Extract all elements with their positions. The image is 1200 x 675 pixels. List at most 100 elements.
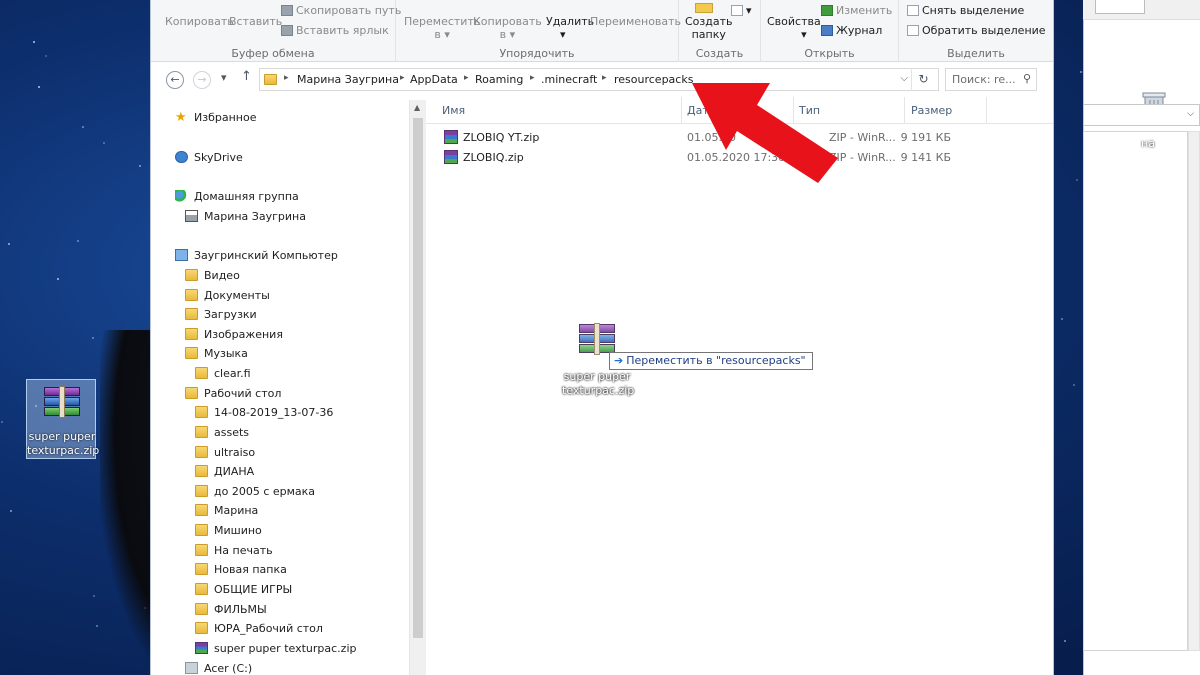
chevron-down-icon[interactable]: ⌵ xyxy=(900,73,908,84)
address-bar[interactable]: ▸ Марина Заугрина ▸ AppData ▸ Roaming ▸ … xyxy=(259,68,939,91)
nav-item-library[interactable]: Изображения xyxy=(185,325,283,344)
nav-item-library[interactable]: Загрузки xyxy=(185,305,257,324)
star-dot xyxy=(57,278,60,281)
delete-label: Удалить xyxy=(546,15,595,28)
breadcrumb-item[interactable]: Марина Заугрина xyxy=(297,73,399,86)
nav-item-folder[interactable]: Мишино xyxy=(195,521,262,540)
nav-item-folder[interactable]: 14-08-2019_13-07-36 xyxy=(195,403,333,422)
ribbon-group-organize: Переместить в ▾ Копировать в ▾ Удалить ▾ Пе… xyxy=(396,0,681,62)
edit-button[interactable]: Изменить xyxy=(821,4,892,17)
ribbon: Копировать Вставить Скопировать путь Вст… xyxy=(151,0,1053,62)
drag-ghost-label: super puper texturpac.zip xyxy=(562,370,635,397)
history-button[interactable]: Журнал xyxy=(821,24,882,37)
properties-button[interactable]: Свойства ▾ xyxy=(767,15,821,41)
breadcrumb-item[interactable]: Roaming xyxy=(475,73,523,86)
copy-to-label-2: в xyxy=(499,28,507,41)
paste-shortcut-button[interactable]: Вставить ярлык xyxy=(281,24,389,37)
column-divider[interactable] xyxy=(681,97,682,123)
copy-button[interactable]: Копировать xyxy=(165,15,234,28)
search-box[interactable]: Поиск: re... ⚲ xyxy=(945,68,1037,91)
background-window-scrollbar[interactable] xyxy=(1188,131,1200,651)
scroll-up-icon[interactable]: ▲ xyxy=(414,103,420,112)
navigation-pane: ★ Избранное SkyDrive Домашняя группа Мари… xyxy=(157,100,425,675)
nav-item-favorites[interactable]: ★ Избранное xyxy=(175,108,256,127)
dropdown-caret-icon: ▾ xyxy=(560,28,566,41)
nav-item-homegroup-user[interactable]: Марина Заугрина xyxy=(185,207,306,226)
documents-library-icon xyxy=(185,289,198,301)
background-window-combo[interactable]: ⌵ xyxy=(1083,104,1200,126)
nav-item-folder[interactable]: ОБЩИЕ ИГРЫ xyxy=(195,580,292,599)
nav-item-library[interactable]: Видео xyxy=(185,266,240,285)
delete-button[interactable]: Удалить ▾ xyxy=(546,15,594,41)
drive-icon xyxy=(185,662,198,674)
breadcrumb-item[interactable]: resourcepacks xyxy=(614,73,693,86)
nav-label: ДИАНА xyxy=(214,465,255,478)
nav-item-skydrive[interactable]: SkyDrive xyxy=(175,148,243,167)
nav-item-drive[interactable]: Acer (C:) xyxy=(185,659,252,675)
nav-item-zip[interactable]: super puper texturpac.zip xyxy=(195,639,356,658)
file-row[interactable]: ZLOBIQ YT.zip 01.05.20 ZIP - WinR... 9 1… xyxy=(426,128,1053,148)
nav-label: Видео xyxy=(204,269,240,282)
recent-locations-button[interactable]: ▾ xyxy=(221,71,227,84)
nav-item-folder[interactable]: ФИЛЬМЫ xyxy=(195,600,267,619)
nav-item-folder[interactable]: На печать xyxy=(195,541,273,560)
user-icon xyxy=(185,210,198,222)
breadcrumb-item[interactable]: .minecraft xyxy=(541,73,597,86)
address-bar-row: ← → ▾ ↑ ▸ Марина Заугрина ▸ AppData ▸ Ro… xyxy=(151,63,1053,97)
nav-item-folder[interactable]: ЮРА_Рабочий стол xyxy=(195,619,323,638)
star-dot xyxy=(138,164,141,167)
homegroup-icon xyxy=(175,190,188,202)
new-folder-button[interactable]: Создать папку xyxy=(685,15,733,41)
downloads-library-icon xyxy=(185,308,198,320)
ribbon-group-new: Создать папку ▾ Создать xyxy=(679,0,761,62)
column-divider[interactable] xyxy=(793,97,794,123)
nav-item-computer[interactable]: Заугринский Компьютер xyxy=(175,246,338,265)
forward-button[interactable]: → xyxy=(193,71,211,89)
back-button[interactable]: ← xyxy=(166,71,184,89)
nav-item-folder[interactable]: clear.fi xyxy=(195,364,251,383)
move-to-label: Переместить xyxy=(404,15,481,28)
background-window-button[interactable] xyxy=(1095,0,1145,14)
nav-item-folder[interactable]: ДИАНА xyxy=(195,462,254,481)
paste-button[interactable]: Вставить xyxy=(229,15,282,28)
nav-item-folder[interactable]: Марина xyxy=(195,501,258,520)
up-button[interactable]: ↑ xyxy=(241,69,252,84)
column-divider[interactable] xyxy=(986,97,987,123)
nav-item-library[interactable]: Документы xyxy=(185,286,270,305)
nav-item-desktop[interactable]: Рабочий стол xyxy=(185,384,281,403)
desktop-folder-icon xyxy=(185,387,198,399)
nav-label: Acer (C:) xyxy=(204,662,253,675)
nav-item-folder[interactable]: до 2005 с ермака xyxy=(195,482,315,501)
breadcrumb-item[interactable]: AppData xyxy=(410,73,458,86)
column-header-name[interactable]: Имя xyxy=(442,104,465,117)
copy-path-button[interactable]: Скопировать путь xyxy=(281,4,401,17)
column-header-size[interactable]: Размер xyxy=(911,104,952,117)
nav-item-folder[interactable]: assets xyxy=(195,423,249,442)
file-date: 01.05.20 xyxy=(687,131,736,144)
move-to-button[interactable]: Переместить в ▾ xyxy=(404,15,480,41)
file-row[interactable]: ZLOBIQ.zip 01.05.2020 17:30 ZIP - WinR..… xyxy=(426,148,1053,168)
invert-selection-button[interactable]: Обратить выделение xyxy=(907,24,1046,37)
nav-item-folder[interactable]: Новая папка xyxy=(195,560,287,579)
select-none-label: Снять выделение xyxy=(922,4,1025,17)
history-label: Журнал xyxy=(836,24,883,37)
nav-label: Домашняя группа xyxy=(194,190,299,203)
nav-pane-scrollbar[interactable]: ▲ xyxy=(409,100,426,675)
scrollbar-thumb[interactable] xyxy=(413,118,423,638)
nav-item-folder[interactable]: ultraiso xyxy=(195,443,255,462)
select-none-button[interactable]: Снять выделение xyxy=(907,4,1024,17)
recycle-bin-label: на xyxy=(1141,137,1155,150)
nav-item-homegroup[interactable]: Домашняя группа xyxy=(175,187,299,206)
copy-to-button[interactable]: Копировать в ▾ xyxy=(473,15,542,41)
column-header-date[interactable]: Дата xyxy=(687,104,715,117)
file-size: 9 191 КБ xyxy=(900,131,951,144)
winrar-archive-icon xyxy=(444,130,458,144)
copy-path-icon xyxy=(281,5,293,16)
refresh-button[interactable]: ↻ xyxy=(911,68,935,91)
rename-button[interactable]: Переименовать xyxy=(590,15,681,28)
desktop-zip-icon[interactable]: super puper texturpac.zip xyxy=(26,379,99,459)
nav-item-library[interactable]: Музыка xyxy=(185,344,248,363)
column-header-type[interactable]: Тип xyxy=(799,104,820,117)
column-divider[interactable] xyxy=(904,97,905,123)
new-item-button[interactable]: ▾ xyxy=(731,4,752,17)
